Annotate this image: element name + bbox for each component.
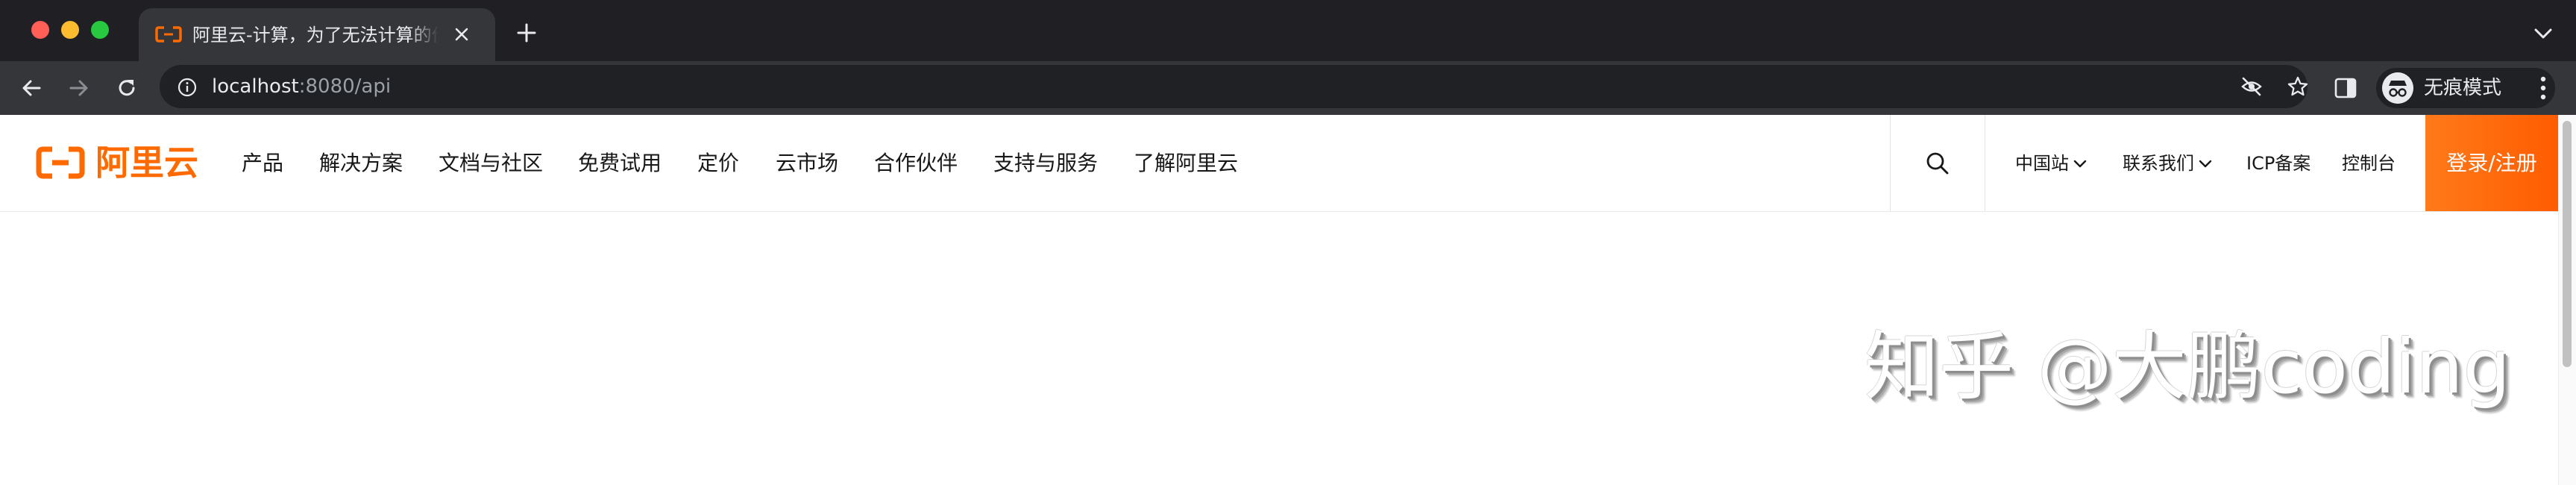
search-button[interactable] [1890, 115, 1985, 211]
more-vert-icon[interactable] [2536, 75, 2551, 101]
nav-item-marketplace[interactable]: 云市场 [776, 151, 838, 176]
reload-icon[interactable] [115, 76, 139, 100]
logo-text[interactable]: 阿里云 [95, 142, 198, 184]
eye-off-icon[interactable] [2240, 76, 2263, 97]
scrollbar-thumb[interactable] [2563, 121, 2572, 367]
aliyun-logo-icon [155, 26, 182, 43]
incognito-label: 无痕模式 [2424, 77, 2502, 99]
browser-tab-strip: 阿里云-计算，为了无法计算的价值 [0, 0, 2576, 61]
maximize-window-button[interactable] [91, 21, 109, 39]
nav-item-products[interactable]: 产品 [242, 151, 283, 176]
tab-title: 阿里云-计算，为了无法计算的价值 [192, 25, 439, 46]
contact-menu[interactable]: 联系我们 [2123, 152, 2212, 175]
login-register-button[interactable]: 登录/注册 [2425, 115, 2558, 211]
chevron-down-icon [2073, 160, 2087, 168]
nav-item-support[interactable]: 支持与服务 [993, 151, 1098, 176]
forward-arrow-icon[interactable] [67, 76, 91, 100]
nav-item-about[interactable]: 了解阿里云 [1134, 151, 1238, 176]
star-icon[interactable] [2287, 75, 2309, 98]
nav-item-free-trial[interactable]: 免费试用 [578, 151, 662, 176]
nav-item-pricing[interactable]: 定价 [697, 151, 739, 176]
plus-icon[interactable] [516, 22, 537, 43]
incognito-profile-chip[interactable]: 无痕模式 [2376, 68, 2555, 108]
close-icon[interactable] [452, 25, 471, 44]
url-host: localhost [212, 75, 299, 98]
site-header: 阿里云 产品 解决方案 文档与社区 免费试用 定价 云市场 合作伙伴 支持与服务… [0, 115, 2576, 212]
nav-item-solutions[interactable]: 解决方案 [319, 151, 403, 176]
region-selector[interactable]: 中国站 [2015, 152, 2087, 175]
side-panel-icon[interactable] [2334, 78, 2357, 98]
chevron-down-icon[interactable] [2533, 27, 2553, 40]
region-label: 中国站 [2015, 153, 2069, 174]
url-path: :8080/api [298, 75, 392, 98]
aliyun-logo-icon[interactable] [36, 146, 85, 179]
nav-item-docs-community[interactable]: 文档与社区 [439, 151, 543, 176]
search-icon [1926, 152, 1949, 175]
browser-tab[interactable]: 阿里云-计算，为了无法计算的价值 [139, 8, 495, 61]
close-window-button[interactable] [31, 21, 49, 39]
watermark-text: 知乎 @大鹏coding [1865, 323, 2511, 410]
back-arrow-icon[interactable] [19, 76, 43, 100]
browser-toolbar: localhost:8080/api 无痕模式 [0, 61, 2576, 115]
url-text: localhost:8080/api [212, 75, 391, 98]
nav-item-partners[interactable]: 合作伙伴 [874, 151, 958, 176]
info-icon[interactable] [178, 78, 197, 97]
minimize-window-button[interactable] [61, 21, 79, 39]
contact-label: 联系我们 [2123, 153, 2194, 174]
console-link[interactable]: 控制台 [2342, 152, 2396, 175]
icp-link[interactable]: ICP备案 [2246, 152, 2310, 175]
incognito-icon [2382, 72, 2413, 104]
chevron-down-icon [2199, 160, 2212, 168]
address-bar[interactable]: localhost:8080/api [160, 65, 2308, 108]
